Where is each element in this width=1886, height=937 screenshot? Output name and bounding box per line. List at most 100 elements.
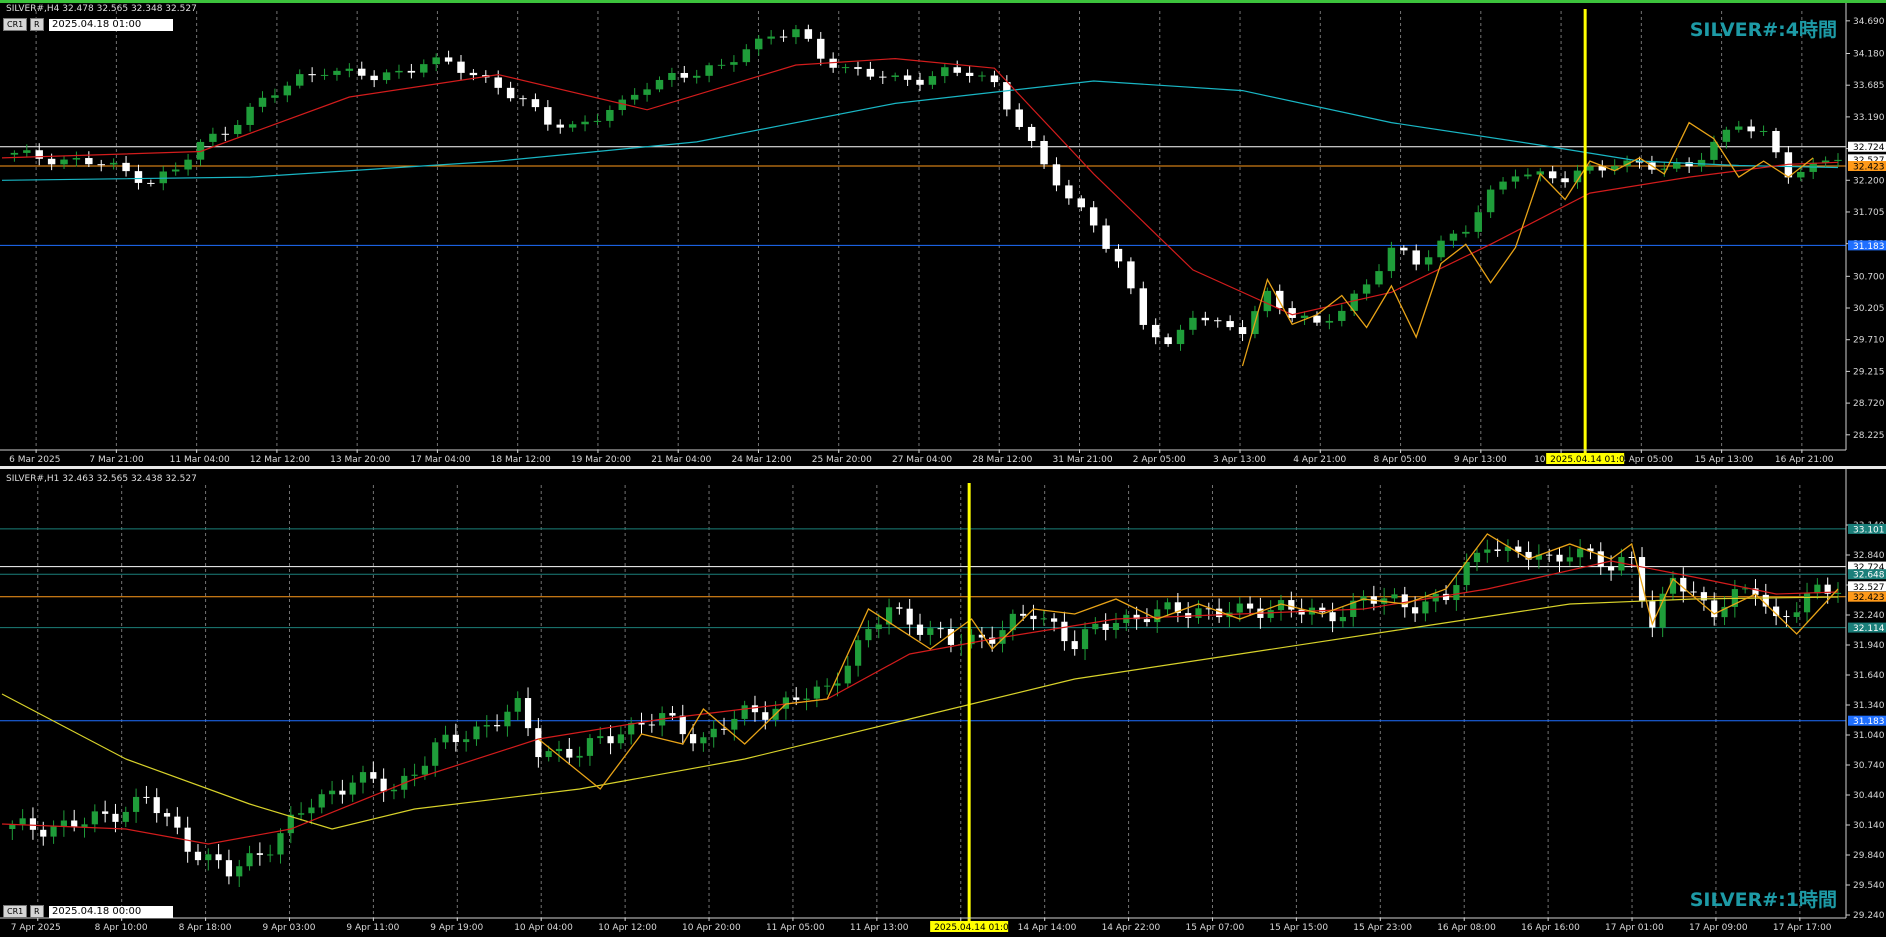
candle-body	[545, 751, 552, 758]
candle-body	[246, 106, 254, 125]
ma-short-line	[1, 560, 1839, 845]
candle-body	[879, 76, 887, 78]
candle-body	[432, 742, 439, 766]
candle-body	[1139, 288, 1148, 325]
candle-body	[184, 159, 192, 170]
h4-chart-svg[interactable]: 34.69034.18033.68533.19032.69532.20031.7…	[0, 3, 1886, 466]
candle-body	[1474, 212, 1482, 232]
candle-body	[318, 794, 325, 808]
h4-chart-pane[interactable]: 34.69034.18033.68533.19032.69532.20031.7…	[0, 0, 1886, 466]
h4-symbol-header: SILVER#,H4 32.478 32.565 32.348 32.527	[6, 4, 197, 14]
candle-body	[267, 854, 274, 856]
price-tick-label: 28.225	[1853, 431, 1885, 441]
candle-body	[1288, 600, 1295, 610]
candle-body	[1176, 329, 1185, 345]
candle-body	[1143, 619, 1151, 623]
candle-body	[606, 109, 614, 121]
candle-body	[1797, 171, 1805, 178]
candle-body	[755, 38, 763, 50]
candle-body	[779, 36, 788, 38]
price-tag-label: 32.423	[1853, 593, 1885, 603]
candle-body	[1793, 612, 1800, 617]
time-tick-label: 14 Apr 14:00	[1018, 923, 1077, 933]
candle-body	[359, 772, 367, 783]
time-marker-label: 2025.04.14 01:00	[934, 923, 1015, 933]
candle-body	[122, 162, 130, 172]
candle-body	[143, 796, 150, 798]
candle-body	[349, 782, 356, 795]
time-tick-label: 11 Apr 13:00	[850, 923, 909, 933]
candle-body	[194, 851, 202, 861]
candle-body	[109, 162, 118, 165]
time-tick-label: 2 Apr 05:00	[1133, 455, 1186, 465]
candle-body	[35, 150, 43, 159]
time-tick-label: 17 Mar 04:00	[410, 455, 470, 465]
candle-body	[576, 755, 583, 758]
candle-body	[1201, 317, 1210, 321]
h4-cr-button[interactable]: CR1	[3, 18, 28, 31]
candle-body	[1484, 549, 1491, 553]
candle-body	[855, 640, 862, 666]
candle-body	[1030, 615, 1037, 620]
time-tick-label: 21 Mar 04:00	[651, 455, 711, 465]
candle-body	[730, 62, 738, 65]
candle-body	[23, 150, 31, 153]
candle-body	[407, 70, 416, 73]
price-tick-label: 33.190	[1853, 113, 1885, 123]
candle-body	[607, 736, 614, 744]
candle-body	[866, 68, 875, 77]
candle-body	[947, 628, 955, 645]
candle-body	[1772, 130, 1780, 153]
h1-cr-button[interactable]: CR1	[3, 905, 28, 918]
time-tick-label: 16 Apr 16:00	[1521, 923, 1580, 933]
candle-body	[1226, 321, 1234, 328]
candle-body	[506, 87, 515, 99]
candle-body	[1003, 82, 1011, 110]
candle-body	[258, 97, 267, 107]
price-tag-label: 32.423	[1853, 162, 1885, 172]
candle-body	[298, 813, 305, 815]
candle-body	[1449, 233, 1458, 241]
candle-body	[333, 70, 341, 75]
time-tick-label: 17 Apr 09:00	[1689, 923, 1748, 933]
candle-body	[524, 698, 532, 729]
candle-body	[1524, 174, 1532, 177]
candle-body	[854, 67, 862, 69]
candle-body	[903, 75, 912, 80]
candle-body	[256, 853, 263, 855]
candle-body	[1102, 623, 1109, 630]
candle-body	[163, 813, 171, 817]
candle-body	[1071, 641, 1078, 650]
h1-chart-svg[interactable]: 33.14032.84032.54032.24031.94031.64031.3…	[0, 469, 1886, 937]
candle-body	[1400, 247, 1408, 251]
price-tick-label: 29.240	[1853, 911, 1885, 921]
candle-body	[308, 807, 315, 814]
price-tick-label: 30.440	[1853, 791, 1885, 801]
candle-body	[420, 64, 428, 73]
candle-body	[535, 728, 542, 758]
candle-body	[380, 778, 387, 792]
candle-body	[370, 772, 377, 779]
candle-body	[617, 734, 624, 744]
candle-body	[1092, 623, 1099, 630]
candle-body	[581, 121, 589, 125]
candle-body	[1412, 250, 1420, 265]
candle-body	[597, 736, 604, 739]
candle-body	[762, 712, 769, 720]
candle-body	[1052, 164, 1061, 186]
candle-body	[1735, 126, 1743, 130]
candle-body	[171, 169, 180, 172]
h1-chart-pane[interactable]: 33.14032.84032.54032.24031.94031.64031.3…	[0, 469, 1886, 937]
candle-body	[928, 76, 937, 85]
candle-body	[1462, 231, 1470, 234]
candle-body	[1422, 601, 1429, 614]
h1-r-button[interactable]: R	[30, 905, 44, 918]
candle-body	[906, 608, 913, 625]
h4-r-button[interactable]: R	[30, 18, 44, 31]
candle-body	[1263, 290, 1272, 312]
price-tick-label: 33.685	[1853, 81, 1885, 91]
candle-body	[1238, 327, 1247, 335]
candle-body	[669, 713, 676, 716]
candle-body	[97, 164, 105, 166]
candle-body	[1077, 198, 1085, 208]
